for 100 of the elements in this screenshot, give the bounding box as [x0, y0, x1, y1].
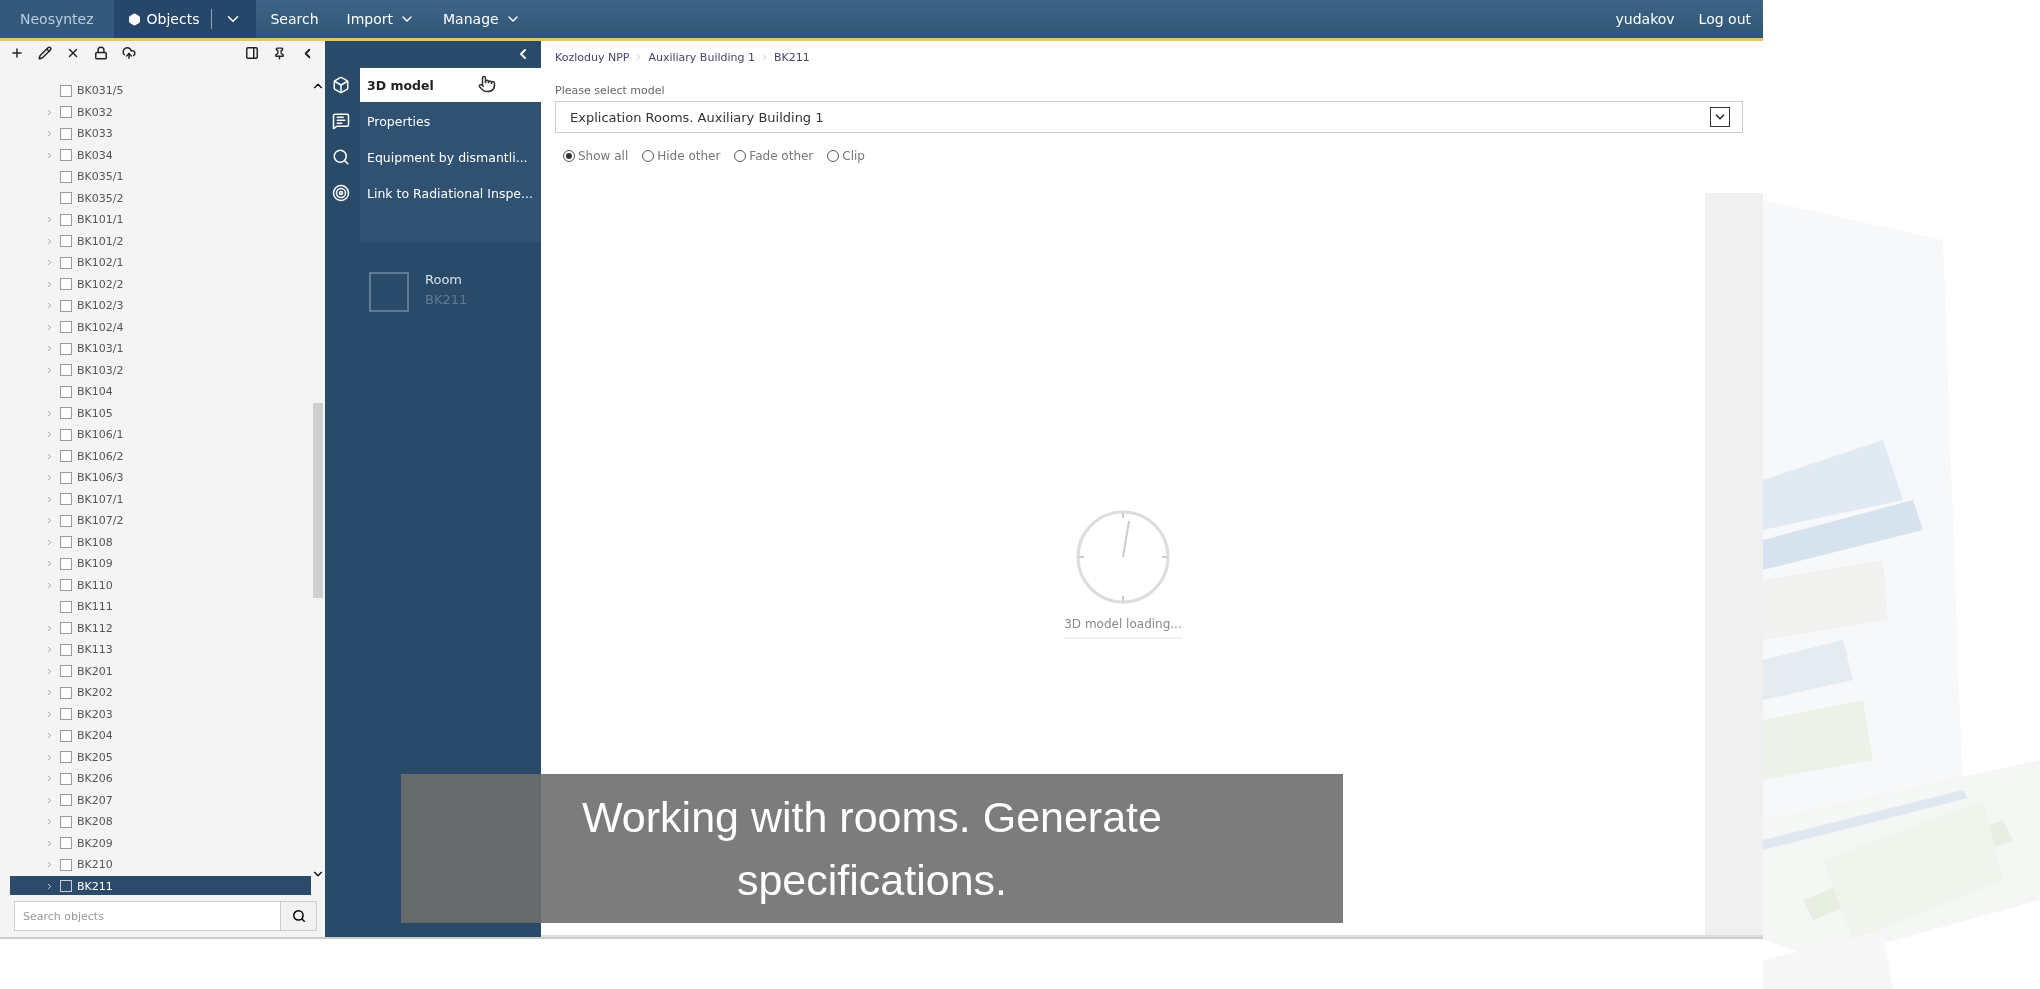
- close-icon[interactable]: [66, 46, 80, 60]
- side-menu-item[interactable]: Properties: [360, 104, 541, 138]
- tree-item[interactable]: BK035/2: [10, 187, 311, 209]
- checkbox[interactable]: [60, 837, 72, 850]
- tree-item[interactable]: BK205: [10, 746, 311, 768]
- message-list-icon[interactable]: [332, 112, 350, 130]
- side-menu-item[interactable]: Equipment by dismantli...: [360, 140, 541, 174]
- side-menu-item[interactable]: 3D model: [360, 68, 541, 102]
- tree-item[interactable]: BK102/2: [10, 273, 311, 295]
- checkbox[interactable]: [60, 622, 72, 635]
- checkbox[interactable]: [60, 450, 72, 463]
- cloud-upload-icon[interactable]: [122, 46, 136, 60]
- checkbox[interactable]: [60, 106, 72, 119]
- tree-item[interactable]: BK034: [10, 144, 311, 166]
- tree-item[interactable]: BK031/5: [10, 80, 311, 102]
- nav-menu-button[interactable]: Manage: [429, 0, 535, 38]
- tree-item[interactable]: BK210: [10, 854, 311, 876]
- plus-icon[interactable]: [10, 46, 24, 60]
- tree-item[interactable]: BK107/2: [10, 510, 311, 532]
- tree-item[interactable]: BK032: [10, 101, 311, 123]
- tree-item[interactable]: BK209: [10, 832, 311, 854]
- nav-menu-button[interactable]: Objects: [113, 0, 257, 38]
- checkbox[interactable]: [60, 385, 72, 398]
- checkbox[interactable]: [60, 815, 72, 828]
- checkbox[interactable]: [60, 536, 72, 549]
- tree-item[interactable]: BK103/1: [10, 338, 311, 360]
- breadcrumb-link[interactable]: Auxiliary Building 1: [648, 51, 755, 64]
- checkbox[interactable]: [60, 256, 72, 269]
- view-mode-radio[interactable]: Fade other: [734, 149, 814, 163]
- tree-item[interactable]: BK202: [10, 682, 311, 704]
- checkbox[interactable]: [60, 235, 72, 248]
- checkbox[interactable]: [60, 686, 72, 699]
- view-mode-radio[interactable]: Hide other: [642, 149, 721, 163]
- checkbox[interactable]: [60, 751, 72, 764]
- pin-icon[interactable]: [273, 46, 286, 60]
- tree-item[interactable]: BK107/1: [10, 488, 311, 510]
- checkbox[interactable]: [60, 665, 72, 678]
- checkbox[interactable]: [60, 794, 72, 807]
- checkbox[interactable]: [60, 708, 72, 721]
- tree-item[interactable]: BK201: [10, 660, 311, 682]
- checkbox[interactable]: [60, 772, 72, 785]
- checkbox[interactable]: [60, 428, 72, 441]
- checkbox[interactable]: [60, 600, 72, 613]
- checkbox[interactable]: [60, 579, 72, 592]
- scrollbar-thumb[interactable]: [313, 403, 323, 598]
- tree-item[interactable]: BK111: [10, 596, 311, 618]
- expand-icon[interactable]: [45, 881, 54, 891]
- checkbox[interactable]: [60, 880, 72, 893]
- breadcrumb-link[interactable]: Kozloduy NPP: [555, 51, 630, 64]
- checkbox[interactable]: [60, 364, 72, 377]
- tree-item[interactable]: BK203: [10, 703, 311, 725]
- search-button[interactable]: [281, 901, 317, 931]
- search-icon[interactable]: [332, 148, 350, 166]
- target-icon[interactable]: [332, 184, 350, 202]
- tree-item[interactable]: BK110: [10, 574, 311, 596]
- tree-item[interactable]: BK103/2: [10, 359, 311, 381]
- checkbox[interactable]: [60, 471, 72, 484]
- checkbox[interactable]: [60, 213, 72, 226]
- tree-item[interactable]: BK112: [10, 617, 311, 639]
- checkbox[interactable]: [60, 342, 72, 355]
- tree-item[interactable]: BK102/4: [10, 316, 311, 338]
- lock-icon[interactable]: [94, 46, 108, 60]
- checkbox[interactable]: [60, 643, 72, 656]
- logout-link[interactable]: Log out: [1686, 11, 1763, 27]
- cube-icon[interactable]: [332, 76, 350, 94]
- model-select[interactable]: Explication Rooms. Auxiliary Building 1: [555, 101, 1743, 133]
- tree-item[interactable]: BK109: [10, 553, 311, 575]
- tree-item[interactable]: BK204: [10, 725, 311, 747]
- checkbox[interactable]: [60, 858, 72, 871]
- checkbox[interactable]: [60, 127, 72, 140]
- tree-item[interactable]: BK105: [10, 402, 311, 424]
- checkbox[interactable]: [60, 729, 72, 742]
- checkbox[interactable]: [60, 514, 72, 527]
- tree-item[interactable]: BK104: [10, 381, 311, 403]
- nav-menu-button[interactable]: Search: [256, 0, 333, 38]
- panel-icon[interactable]: [245, 46, 259, 60]
- tree-item[interactable]: BK102/1: [10, 252, 311, 274]
- tree-item[interactable]: BK033: [10, 123, 311, 145]
- tree-item[interactable]: BK207: [10, 789, 311, 811]
- breadcrumb-link[interactable]: BK211: [774, 51, 810, 64]
- tree-item[interactable]: BK101/2: [10, 230, 311, 252]
- tree-item[interactable]: BK035/1: [10, 166, 311, 188]
- tree-item[interactable]: BK108: [10, 531, 311, 553]
- dropdown-icon[interactable]: [1710, 107, 1730, 127]
- tree-item[interactable]: BK106/2: [10, 445, 311, 467]
- tree-item[interactable]: BK101/1: [10, 209, 311, 231]
- tree-item[interactable]: BK113: [10, 639, 311, 661]
- tree-item[interactable]: BK208: [10, 811, 311, 833]
- checkbox[interactable]: [60, 493, 72, 506]
- checkbox[interactable]: [60, 192, 72, 205]
- checkbox[interactable]: [60, 149, 72, 162]
- view-mode-radio[interactable]: Show all: [563, 149, 629, 163]
- view-mode-radio[interactable]: Clip: [827, 149, 865, 163]
- nav-menu-button[interactable]: Import: [332, 0, 430, 38]
- checkbox[interactable]: [60, 170, 72, 183]
- checkbox[interactable]: [60, 321, 72, 334]
- checkbox[interactable]: [60, 407, 72, 420]
- checkbox[interactable]: [60, 84, 72, 97]
- pencil-icon[interactable]: [38, 46, 52, 60]
- tree-item[interactable]: BK102/3: [10, 295, 311, 317]
